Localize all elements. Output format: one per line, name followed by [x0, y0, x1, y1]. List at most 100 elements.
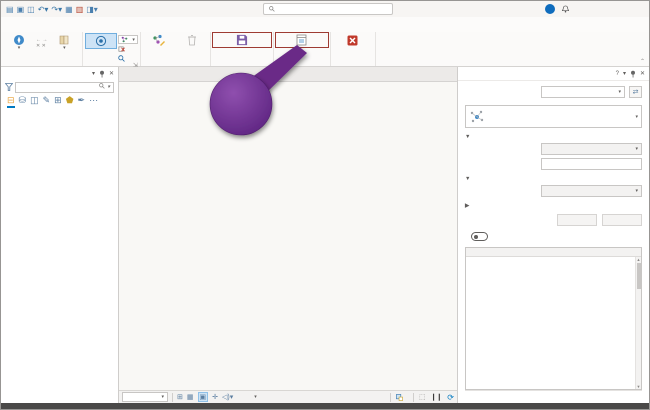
- neighborhood-type-dropdown: ▾: [541, 143, 642, 155]
- undo-icon[interactable]: ↶▾: [38, 5, 49, 14]
- pane-pin-icon[interactable]: [630, 70, 636, 78]
- ribbon-group-export: [211, 32, 274, 66]
- pause-drawing-icon[interactable]: ❙❙: [431, 393, 443, 401]
- quick-access-toolbar: ▤ ▣ ◫ ↶▾ ↷▾ ▦ ▥ ◨▾: [1, 5, 103, 14]
- contents-search-input[interactable]: ▾: [15, 82, 114, 93]
- search-icon: [99, 83, 105, 89]
- pane-close-icon[interactable]: ✕: [640, 70, 645, 77]
- group-label-edit-spatial-weights: [143, 58, 208, 66]
- ribbon-tab-bar: [1, 17, 649, 32]
- ribbon-group-close-explorer: [331, 32, 376, 66]
- redo-icon[interactable]: ↷▾: [51, 5, 62, 14]
- section-weighting-options[interactable]: ▼: [465, 176, 642, 182]
- title-bar: ▤ ▣ ◫ ↶▾ ↷▾ ▦ ▥ ◨▾: [1, 1, 649, 17]
- filter-icon[interactable]: [5, 83, 13, 91]
- section-neighborhood-options[interactable]: ▼: [465, 134, 642, 140]
- group-label-export: [213, 58, 271, 66]
- neighborhood-pane-button[interactable]: [276, 33, 328, 47]
- map-status-bar: ▾ ⊞ ▦ ▣ ✛ ◁)▾ ▾ ⬚ ❙❙ ⟳: [119, 390, 457, 403]
- list-by-charts-icon[interactable]: ✒: [78, 95, 86, 106]
- clear-neighborhood-button[interactable]: [118, 45, 138, 53]
- explore-button[interactable]: ▾: [3, 33, 35, 53]
- ribbon-group-edit-spatial-weights: [141, 32, 211, 66]
- ribbon-group-views: [274, 32, 331, 66]
- toolbox-icon[interactable]: ▥: [76, 5, 84, 14]
- layers-icon[interactable]: ◨▾: [86, 5, 98, 14]
- list-by-snapping-icon[interactable]: ⊞: [54, 95, 62, 106]
- conceptualization-dropdown[interactable]: ▾: [465, 105, 642, 128]
- navigate-arrows[interactable]: ← →✕ ✕: [36, 33, 47, 49]
- list-by-selection-icon[interactable]: ◫: [30, 95, 39, 106]
- select-box-icon[interactable]: ⬚: [419, 393, 426, 401]
- add-data-icon[interactable]: ⊞: [177, 393, 183, 401]
- view-neighbors-dropdown[interactable]: ▾: [118, 35, 138, 44]
- list-by-labeling-icon[interactable]: ⬟: [66, 95, 74, 106]
- open-icon[interactable]: ▣: [17, 5, 25, 14]
- snap-grid-icon[interactable]: ▣: [198, 392, 209, 402]
- layer-tree: [1, 114, 118, 403]
- ribbon-group-explore: ▾ ⇲: [83, 32, 141, 66]
- select-focal-feature-button[interactable]: [85, 33, 117, 49]
- row-standardization-toggle[interactable]: [471, 232, 488, 241]
- view-neighbors-icon: [121, 36, 128, 43]
- search-icon: [269, 6, 275, 12]
- avatar[interactable]: [545, 4, 555, 14]
- pin-icon[interactable]: [99, 70, 105, 78]
- edit-neighborhoods-button[interactable]: [143, 33, 175, 47]
- apply-button: [602, 214, 642, 226]
- unique-id-field-dropdown[interactable]: ▾: [541, 86, 625, 98]
- refresh-icon[interactable]: ⟳: [447, 393, 454, 402]
- contents-toolbar: ⊟ ⛁ ◫ ✎ ⊞ ⬟ ✒ ⋯: [1, 94, 118, 109]
- select-focal-feature-icon: [95, 35, 107, 47]
- main-area: ▾ ✕ ▾ ⊟ ⛁ ◫ ✎ ⊞ ⬟ ✒ ⋯: [1, 67, 649, 403]
- close-explorer-button[interactable]: [333, 33, 373, 47]
- neighborhood-explorer-pane: ? ▾ ✕ ▾ ⇄ ▾ ▼: [457, 67, 649, 403]
- ribbon-group-navigate: ▾ ← →✕ ✕ ▾: [1, 32, 83, 66]
- selection-icon: [396, 394, 403, 401]
- more-tools-icon[interactable]: ⋯: [89, 95, 98, 106]
- contents-close-icon[interactable]: ✕: [109, 70, 114, 77]
- zoom-to-neighborhood-button[interactable]: [118, 54, 138, 62]
- method-dropdown: ▾: [541, 185, 642, 197]
- section-advanced-options[interactable]: ▶: [465, 203, 642, 209]
- bookmarks-button[interactable]: ▾: [48, 33, 80, 53]
- map-scale-dropdown[interactable]: ▾: [122, 392, 168, 402]
- map-tool-icon[interactable]: ▦: [65, 5, 73, 14]
- discard-all-edits-icon: [187, 34, 197, 46]
- grid-icon[interactable]: ▦: [187, 393, 194, 401]
- group-label-close-explorer: [333, 58, 373, 66]
- close-explorer-icon: [347, 34, 358, 46]
- sound-icon[interactable]: ◁)▾: [222, 393, 233, 401]
- map-coordinates[interactable]: ▾: [251, 394, 257, 400]
- window-bottom-edge: [1, 403, 649, 410]
- arcgis-pro-window: { "titlebar": { "document_title": "Fairf…: [0, 0, 650, 410]
- contents-pane: ▾ ✕ ▾ ⊟ ⛁ ◫ ✎ ⊞ ⬟ ✒ ⋯: [1, 67, 119, 403]
- list-by-drawing-order-icon[interactable]: ⊟: [7, 95, 15, 108]
- table-scrollbar[interactable]: ▲▼: [635, 257, 641, 389]
- export-spatial-weights-icon: [236, 34, 248, 46]
- ribbon: ▾ ← →✕ ✕ ▾ ▾: [1, 32, 649, 67]
- refresh-fields-button[interactable]: ⇄: [629, 86, 642, 98]
- map-graphics: [119, 82, 457, 390]
- discard-all-edits-button: [176, 33, 208, 47]
- save-icon[interactable]: ▤: [6, 5, 14, 14]
- pane-bottom-tabs: [465, 390, 642, 403]
- ribbon-collapse-icon[interactable]: ⌃: [640, 58, 645, 65]
- map-view: ▾ ⊞ ▦ ▣ ✛ ◁)▾ ▾ ⬚ ❙❙ ⟳: [119, 67, 457, 403]
- list-by-editing-icon[interactable]: ✎: [43, 95, 51, 106]
- group-label-views: [276, 58, 328, 66]
- crosshair-icon[interactable]: ✛: [212, 393, 218, 401]
- zoom-to-neighborhood-icon: [118, 55, 125, 62]
- notifications-icon[interactable]: [562, 5, 569, 13]
- pane-help-icon[interactable]: ?: [616, 71, 619, 77]
- pane-menu-icon[interactable]: ▾: [623, 70, 626, 77]
- map-canvas[interactable]: [119, 82, 457, 390]
- neighbors-table: ▲▼: [465, 247, 642, 390]
- project-icon[interactable]: ◫: [27, 5, 35, 14]
- command-search-input[interactable]: [263, 3, 393, 15]
- list-by-data-source-icon[interactable]: ⛁: [19, 95, 27, 106]
- cancel-button: [557, 214, 597, 226]
- contents-menu-icon[interactable]: ▾: [92, 70, 95, 77]
- number-of-neighbors-input[interactable]: [541, 158, 642, 170]
- export-spatial-weights-matrix-button[interactable]: [213, 33, 271, 47]
